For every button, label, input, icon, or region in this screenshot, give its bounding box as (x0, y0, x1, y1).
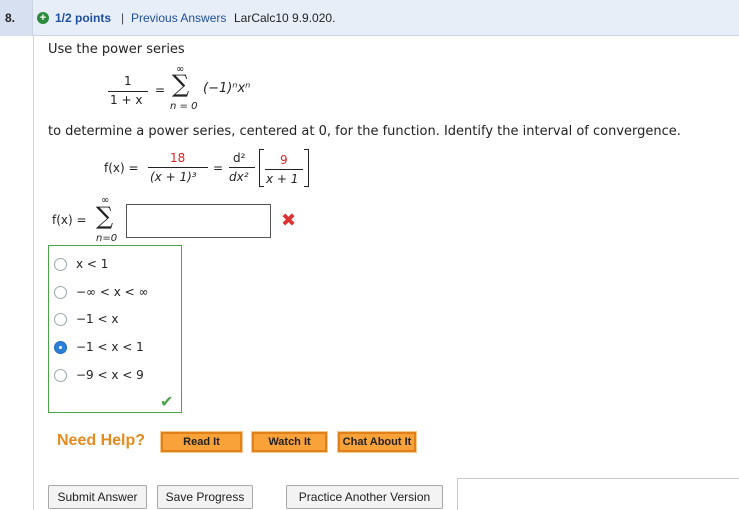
fx-label: f(x) = (104, 161, 139, 175)
left-divider (33, 36, 34, 510)
inner-numerator: 9 (280, 153, 288, 167)
derivative-denominator: dx² (229, 170, 249, 184)
series-numerator: 1 (124, 74, 132, 88)
choice-label: −1 < x (76, 312, 119, 326)
left-bracket (259, 149, 264, 187)
radio-button[interactable] (54, 369, 67, 382)
problem-instruction: to determine a power series, centered at… (48, 124, 681, 139)
series-denominator: 1 + x (110, 93, 143, 107)
radio-button[interactable] (54, 286, 67, 299)
question-number-cell: 8. (0, 0, 33, 36)
answer-fx-label: f(x) = (52, 213, 87, 227)
sigma-bottom: n = 0 (170, 101, 198, 112)
question-header: 8. + 1/2 points | Previous Answers LarCa… (0, 0, 739, 36)
answer-sigma-bottom: n=0 (96, 233, 118, 244)
bottom-divider-horizontal (457, 478, 739, 479)
x-icon: ✖ (281, 210, 297, 230)
course-id: LarCalc10 9.9.020. (234, 11, 336, 25)
radio-button[interactable] (54, 313, 67, 326)
derivative-fraction-bar (229, 167, 255, 168)
points-label: 1/2 points (55, 11, 112, 25)
right-bracket (304, 149, 309, 187)
previous-answers-link[interactable]: Previous Answers (131, 11, 226, 25)
bottom-divider-vertical (457, 478, 458, 510)
question-number: 8. (5, 11, 16, 25)
series-term: (−1)ⁿxⁿ (203, 81, 251, 96)
problem-intro: Use the power series (48, 42, 185, 57)
derivative-numerator: d² (233, 151, 246, 165)
choice-label: −9 < x < 9 (76, 368, 144, 382)
need-help-label: Need Help? (57, 432, 146, 449)
series-answer-input[interactable] (126, 204, 271, 238)
choice-label: −∞ < x < ∞ (76, 285, 149, 299)
series-equals: = (155, 83, 166, 97)
radio-button-selected[interactable] (54, 341, 67, 354)
series-fraction-bar (108, 91, 148, 92)
answer-sigma-symbol: ∑ (96, 202, 114, 230)
save-progress-button[interactable]: Save Progress (157, 485, 253, 509)
read-it-button[interactable]: Read It (160, 431, 243, 453)
f-numerator: 18 (170, 151, 186, 165)
sigma-symbol: ∑ (172, 70, 190, 98)
submit-answer-button[interactable]: Submit Answer (48, 485, 147, 509)
checkmark-icon: ✔ (160, 394, 174, 411)
choice-label: x < 1 (76, 257, 109, 271)
choice-label: −1 < x < 1 (76, 340, 144, 354)
f-denominator: (x + 1)³ (150, 170, 197, 184)
practice-another-version-button[interactable]: Practice Another Version (286, 485, 443, 509)
radio-button[interactable] (54, 258, 67, 271)
f-equals: = (213, 161, 224, 175)
watch-it-button[interactable]: Watch It (251, 431, 328, 453)
f-fraction-bar (148, 167, 208, 168)
inner-fraction-bar (265, 169, 303, 170)
header-separator: | (121, 11, 125, 25)
chat-about-it-button[interactable]: Chat About It (337, 431, 417, 453)
plus-icon[interactable]: + (37, 12, 49, 24)
interval-choices: x < 1 −∞ < x < ∞ −1 < x −1 < x < 1 −9 < … (48, 245, 182, 413)
inner-denominator: x + 1 (266, 172, 299, 186)
